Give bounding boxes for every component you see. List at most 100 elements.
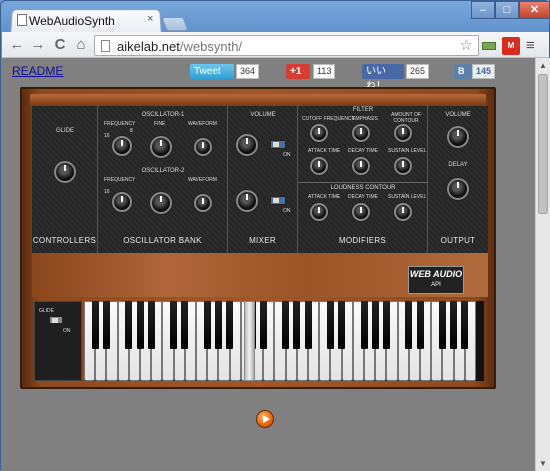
delay-knob[interactable] (447, 178, 469, 200)
osc1-mixer-switch[interactable] (270, 140, 286, 149)
cutoff-knob[interactable] (310, 124, 328, 142)
osc2-fine-knob[interactable] (150, 192, 172, 214)
keyboard-center-divider (244, 301, 255, 381)
glide-label: GLIDE (55, 128, 74, 134)
extension-gmail-icon[interactable]: M (502, 37, 520, 55)
reload-button[interactable]: C (51, 35, 69, 55)
facebook-like-button[interactable]: いいね！ (362, 64, 404, 92)
black-key[interactable] (360, 301, 368, 349)
url-text[interactable]: aikelab.net/websynth/ (117, 39, 242, 54)
tab-title[interactable]: WebAudioSynth (29, 14, 115, 28)
black-key[interactable] (226, 301, 234, 349)
black-key[interactable] (405, 301, 413, 349)
filter-decay-knob[interactable] (352, 157, 370, 175)
synth-body: GLIDE CONTROLLERS OSCILLATOR-1 FREQUENCY… (20, 87, 496, 389)
black-key[interactable] (181, 301, 189, 349)
black-key[interactable] (282, 301, 290, 349)
loud-attack-label: ATTACK TIME (308, 194, 341, 200)
loud-sustain-knob[interactable] (394, 203, 412, 221)
minimize-button[interactable]: – (471, 1, 495, 19)
vertical-scrollbar[interactable]: ▲ ▼ (535, 58, 550, 471)
glide-switch-label: GLIDE (39, 308, 55, 314)
black-key[interactable] (214, 301, 222, 349)
black-key[interactable] (382, 301, 390, 349)
output-section: VOLUME DELAY OUTPUT (428, 106, 488, 253)
browser-window: WebAudioSynth × – □ ✕ ← → C ⌂ aikelab.ne… (0, 0, 550, 471)
black-key[interactable] (450, 301, 458, 349)
output-volume-knob[interactable] (447, 126, 469, 148)
modifiers-title: MODIFIERS (338, 236, 387, 245)
maximize-button[interactable]: □ (495, 1, 519, 19)
black-key[interactable] (416, 301, 424, 349)
black-key[interactable] (136, 301, 144, 349)
home-button[interactable]: ⌂ (72, 35, 90, 55)
osc1-frequency-knob[interactable] (112, 136, 132, 156)
osc2-frequency-label: FREQUENCY (104, 177, 136, 183)
modifiers-section: FILTER CUTOFF FREQUENCY EMPHASIS AMOUNT … (298, 106, 428, 253)
black-key[interactable] (438, 301, 446, 349)
amount-knob[interactable] (394, 124, 412, 142)
black-key[interactable] (304, 301, 312, 349)
menu-icon[interactable]: ≡ (526, 37, 535, 54)
osc2-waveform-label: WAVEFORM (188, 177, 217, 183)
glide-knob[interactable] (54, 161, 76, 183)
emphasis-knob[interactable] (352, 124, 370, 142)
scroll-down-icon[interactable]: ▼ (536, 456, 550, 471)
loud-decay-knob[interactable] (352, 203, 370, 221)
vk-button[interactable]: B (454, 64, 472, 79)
osc2-mixer-switch[interactable] (270, 196, 286, 205)
mixer-volume-knob-2[interactable] (236, 190, 258, 212)
black-key[interactable] (147, 301, 155, 349)
black-key[interactable] (461, 301, 469, 349)
gplus-count: 113 (313, 64, 336, 79)
mixer-on-label-2: ON (283, 208, 291, 214)
extension-battery-icon[interactable] (482, 42, 496, 50)
osc2-frequency-knob[interactable] (112, 192, 132, 212)
forward-button[interactable]: → (29, 35, 47, 55)
readme-link[interactable]: README (12, 64, 63, 78)
play-button[interactable] (256, 410, 274, 428)
black-key[interactable] (338, 301, 346, 349)
osc1-waveform-knob[interactable] (194, 138, 212, 156)
loudness-label: LOUDNESS CONTOUR (330, 185, 396, 191)
osc1-frequency-label: FREQUENCY (104, 121, 136, 127)
address-bar[interactable]: aikelab.net/websynth/ ☆ (94, 35, 479, 56)
black-key[interactable] (125, 301, 133, 349)
filter-decay-label: DECAY TIME (348, 148, 379, 154)
tab-close-icon[interactable]: × (147, 13, 153, 25)
loud-decay-label: DECAY TIME (348, 194, 379, 200)
new-tab-button[interactable] (161, 17, 189, 31)
black-key[interactable] (371, 301, 379, 349)
black-key[interactable] (259, 301, 267, 349)
page-icon (101, 40, 110, 52)
gplus-button[interactable]: +1 (286, 64, 310, 79)
osc2-waveform-knob[interactable] (194, 194, 212, 212)
filter-attack-knob[interactable] (310, 157, 328, 175)
mixer-volume-knob-1[interactable] (236, 134, 258, 156)
black-key[interactable] (293, 301, 301, 349)
output-title: OUTPUT (440, 236, 476, 245)
loud-attack-knob[interactable] (310, 203, 328, 221)
back-button[interactable]: ← (8, 35, 26, 55)
glide-switch-on-label: ON (63, 328, 71, 334)
black-key[interactable] (326, 301, 334, 349)
bookmark-star-icon[interactable]: ☆ (460, 36, 473, 54)
filter-sustain-knob[interactable] (394, 157, 412, 175)
scroll-up-icon[interactable]: ▲ (536, 58, 550, 73)
black-key[interactable] (170, 301, 178, 349)
scroll-thumb[interactable] (538, 74, 548, 214)
black-key[interactable] (91, 301, 99, 349)
close-window-button[interactable]: ✕ (519, 1, 550, 19)
osc1-fine-knob[interactable] (150, 136, 172, 158)
control-panel: GLIDE CONTROLLERS OSCILLATOR-1 FREQUENCY… (32, 106, 488, 253)
black-key[interactable] (102, 301, 110, 349)
glide-switch-box: GLIDE ON (34, 301, 82, 381)
tweet-button[interactable]: Tweet (190, 64, 234, 79)
keyboard[interactable] (84, 301, 484, 381)
osc1-label: OSCILLATOR-1 (141, 112, 185, 118)
glide-switch[interactable] (49, 316, 63, 324)
controllers-section: GLIDE CONTROLLERS (32, 106, 98, 253)
black-key[interactable] (203, 301, 211, 349)
modifiers-divider (298, 182, 428, 183)
output-volume-label: VOLUME (445, 112, 471, 118)
